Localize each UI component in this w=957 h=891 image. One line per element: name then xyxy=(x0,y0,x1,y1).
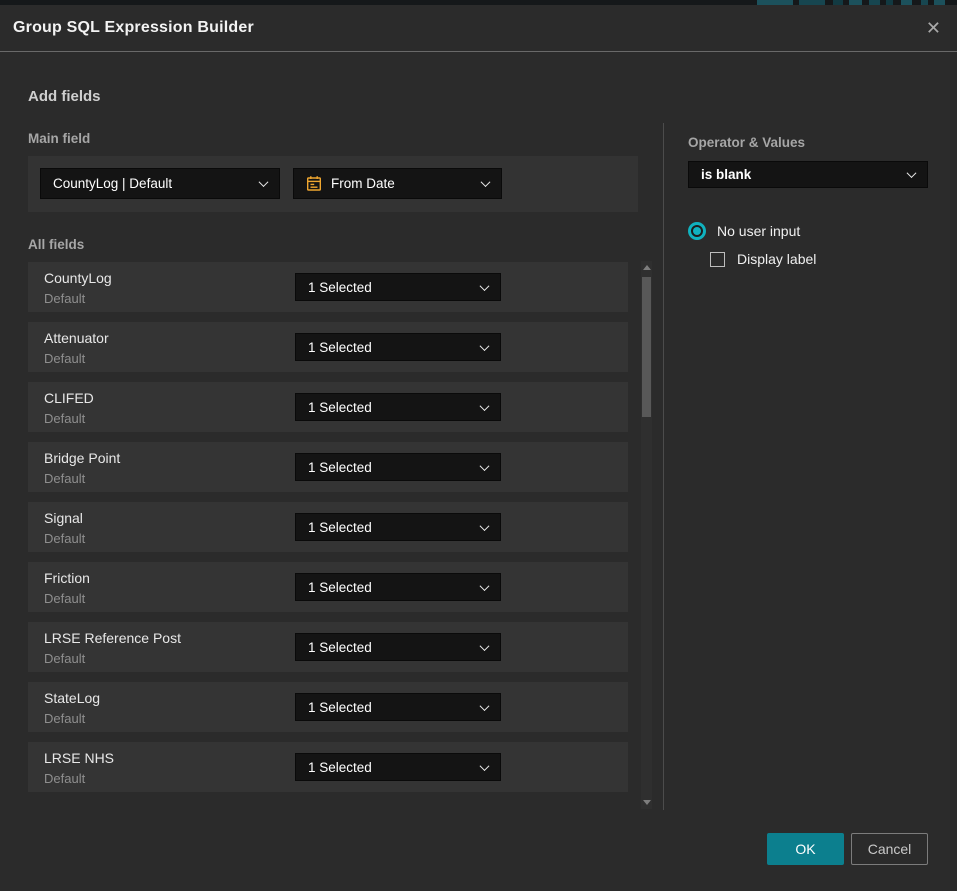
add-fields-heading: Add fields xyxy=(28,88,101,105)
chevron-down-icon xyxy=(480,521,490,531)
no-user-input-label: No user input xyxy=(717,223,800,239)
field-row: Signal Default 1 Selected xyxy=(28,502,628,552)
field-row: StateLog Default 1 Selected xyxy=(28,682,628,732)
field-row: Attenuator Default 1 Selected xyxy=(28,322,628,372)
field-selection-dropdown[interactable]: 1 Selected xyxy=(295,693,501,721)
field-selection-value: 1 Selected xyxy=(308,280,481,295)
field-selection-dropdown[interactable]: 1 Selected xyxy=(295,573,501,601)
dialog-title: Group SQL Expression Builder xyxy=(13,19,254,37)
field-row: Friction Default 1 Selected xyxy=(28,562,628,612)
chevron-down-icon xyxy=(480,461,490,471)
field-selection-value: 1 Selected xyxy=(308,640,481,655)
field-selection-value: 1 Selected xyxy=(308,460,481,475)
close-icon[interactable]: ✕ xyxy=(926,19,941,37)
operator-values-label: Operator & Values xyxy=(688,135,805,150)
all-fields-label: All fields xyxy=(28,237,84,252)
display-label-text: Display label xyxy=(737,251,816,267)
field-selection-value: 1 Selected xyxy=(308,700,481,715)
field-selection-dropdown[interactable]: 1 Selected xyxy=(295,453,501,481)
field-subtitle: Default xyxy=(44,591,85,606)
main-field-value: From Date xyxy=(331,176,482,191)
field-name: CLIFED xyxy=(44,390,94,406)
field-subtitle: Default xyxy=(44,291,85,306)
main-field-dropdown[interactable]: From Date xyxy=(293,168,502,199)
cancel-button[interactable]: Cancel xyxy=(851,833,928,865)
chevron-down-icon xyxy=(480,341,490,351)
checkbox-unchecked-icon xyxy=(710,252,725,267)
operator-value: is blank xyxy=(701,167,908,182)
field-name: Bridge Point xyxy=(44,450,120,466)
field-selection-value: 1 Selected xyxy=(308,520,481,535)
column-divider xyxy=(663,123,664,810)
field-selection-dropdown[interactable]: 1 Selected xyxy=(295,753,501,781)
display-label-checkbox[interactable]: Display label xyxy=(710,251,816,267)
field-name: StateLog xyxy=(44,690,100,706)
field-selection-value: 1 Selected xyxy=(308,580,481,595)
field-row: CLIFED Default 1 Selected xyxy=(28,382,628,432)
field-selection-dropdown[interactable]: 1 Selected xyxy=(295,513,501,541)
field-selection-dropdown[interactable]: 1 Selected xyxy=(295,633,501,661)
field-name: LRSE NHS xyxy=(44,750,114,766)
field-subtitle: Default xyxy=(44,411,85,426)
field-name: CountyLog xyxy=(44,270,112,286)
all-fields-list: CountyLog Default 1 Selected Attenuator … xyxy=(28,262,628,792)
field-subtitle: Default xyxy=(44,651,85,666)
field-row: LRSE Reference Post Default 1 Selected xyxy=(28,622,628,672)
field-subtitle: Default xyxy=(44,711,85,726)
list-scrollbar[interactable] xyxy=(641,261,652,809)
radio-selected-icon xyxy=(688,222,706,240)
operator-dropdown[interactable]: is blank xyxy=(688,161,928,188)
chevron-down-icon xyxy=(480,581,490,591)
calendar-icon xyxy=(306,175,322,192)
chevron-down-icon xyxy=(481,177,491,187)
field-selection-value: 1 Selected xyxy=(308,340,481,355)
field-selection-value: 1 Selected xyxy=(308,400,481,415)
scrollbar-thumb[interactable] xyxy=(642,277,651,417)
chevron-down-icon xyxy=(480,281,490,291)
main-source-value: CountyLog | Default xyxy=(53,176,260,191)
group-sql-expression-builder-dialog: Group SQL Expression Builder ✕ Add field… xyxy=(0,5,957,891)
field-subtitle: Default xyxy=(44,351,85,366)
field-row: CountyLog Default 1 Selected xyxy=(28,262,628,312)
field-selection-value: 1 Selected xyxy=(308,760,481,775)
scroll-up-icon[interactable] xyxy=(643,265,651,270)
field-selection-dropdown[interactable]: 1 Selected xyxy=(295,273,501,301)
chevron-down-icon xyxy=(480,701,490,711)
ok-button[interactable]: OK xyxy=(767,833,844,865)
chevron-down-icon xyxy=(907,168,917,178)
field-row: Bridge Point Default 1 Selected xyxy=(28,442,628,492)
field-name: Signal xyxy=(44,510,83,526)
field-row: LRSE NHS Default 1 Selected xyxy=(28,742,628,792)
field-name: LRSE Reference Post xyxy=(44,630,181,646)
field-name: Friction xyxy=(44,570,90,586)
chevron-down-icon xyxy=(480,401,490,411)
field-subtitle: Default xyxy=(44,471,85,486)
main-source-dropdown[interactable]: CountyLog | Default xyxy=(40,168,280,199)
dialog-header: Group SQL Expression Builder ✕ xyxy=(0,5,957,52)
main-field-panel: CountyLog | Default From Date xyxy=(28,156,638,212)
chevron-down-icon xyxy=(480,641,490,651)
field-selection-dropdown[interactable]: 1 Selected xyxy=(295,333,501,361)
chevron-down-icon xyxy=(259,177,269,187)
scroll-down-icon[interactable] xyxy=(643,800,651,805)
main-field-label: Main field xyxy=(28,131,90,146)
field-selection-dropdown[interactable]: 1 Selected xyxy=(295,393,501,421)
group-sql-expression-builder-screen: Group SQL Expression Builder ✕ Add field… xyxy=(0,0,957,891)
field-name: Attenuator xyxy=(44,330,109,346)
chevron-down-icon xyxy=(480,761,490,771)
field-subtitle: Default xyxy=(44,771,85,786)
field-subtitle: Default xyxy=(44,531,85,546)
no-user-input-radio[interactable]: No user input xyxy=(688,222,800,240)
